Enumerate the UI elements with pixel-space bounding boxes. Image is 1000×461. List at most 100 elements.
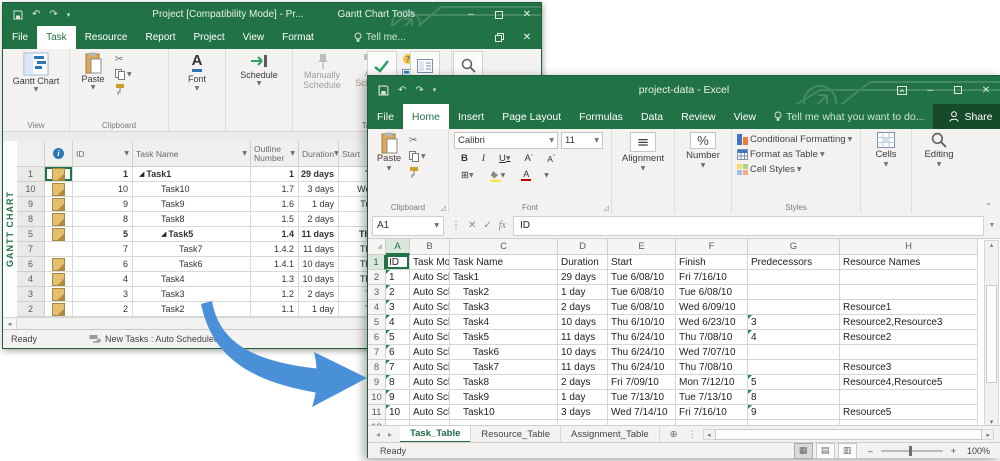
task-name-cell[interactable]: Task10	[133, 182, 251, 197]
excel-tab-page-layout[interactable]: Page Layout	[493, 104, 570, 129]
task-name-cell[interactable]: Task4	[133, 272, 251, 287]
project-tab-format[interactable]: Format	[273, 26, 323, 49]
conditional-formatting-button[interactable]: Conditional Formatting ▼	[737, 134, 852, 145]
info-cell[interactable]	[45, 287, 73, 302]
duration-cell[interactable]: 2 days	[299, 287, 339, 302]
column-header-e[interactable]: E	[608, 239, 676, 255]
id-cell[interactable]: 5	[73, 227, 133, 242]
resource-names-cell[interactable]: Resource2,Resource3	[840, 315, 978, 330]
cancel-icon[interactable]: ✕	[468, 220, 476, 231]
row-number-cell[interactable]: 4	[17, 272, 45, 287]
scroll-right-icon[interactable]: ▸	[983, 431, 993, 439]
column-header-c[interactable]: C	[450, 239, 558, 255]
sheet-tab-menu-icon[interactable]: ⋮	[688, 426, 698, 443]
filter-chevron-icon[interactable]: ▼	[124, 150, 129, 157]
info-cell[interactable]	[45, 212, 73, 227]
increase-font-size-button[interactable]: Aˆ	[522, 151, 537, 166]
predecessors-cell[interactable]: 5	[748, 375, 840, 390]
finish-cell[interactable]: Wed 6/23/10	[676, 315, 748, 330]
predecessors-cell[interactable]	[748, 285, 840, 300]
info-cell[interactable]	[45, 272, 73, 287]
finish-cell[interactable]: Tue 6/08/10	[676, 285, 748, 300]
row-number-cell[interactable]: 7	[17, 242, 45, 257]
task-mode-cell[interactable]: Auto Scheduled	[410, 360, 450, 375]
resource-names-cell[interactable]: Resource3	[840, 360, 978, 375]
row-header-5[interactable]: 5	[368, 315, 386, 330]
resource-names-cell[interactable]: Resource5	[840, 405, 978, 420]
duration-cell[interactable]: 3 days	[299, 182, 339, 197]
vertical-scroll-thumb[interactable]	[986, 285, 997, 383]
outline-number-cell[interactable]: 1.2	[251, 287, 299, 302]
project-close-button[interactable]: ✕	[513, 3, 541, 26]
expand-triangle-icon[interactable]: ◢	[139, 170, 144, 178]
row-header-3[interactable]: 3	[368, 285, 386, 300]
task-name-cell[interactable]: Task7	[133, 242, 251, 257]
row-header-6[interactable]: 6	[368, 330, 386, 345]
id-cell[interactable]: 2	[386, 285, 410, 300]
row-header-2[interactable]: 2	[368, 270, 386, 285]
row-header-4[interactable]: 4	[368, 300, 386, 315]
project-tab-task[interactable]: Task	[37, 26, 76, 49]
task-mode-cell[interactable]: Auto Scheduled	[410, 330, 450, 345]
start-cell[interactable]: Thu 6/24/10	[608, 360, 676, 375]
id-cell[interactable]: 7	[386, 360, 410, 375]
horizontal-scroll-thumb[interactable]	[715, 429, 983, 440]
editing-button[interactable]: Editing ▼	[919, 132, 959, 168]
project-tab-project[interactable]: Project	[185, 26, 234, 49]
zoom-level-value[interactable]: 100%	[967, 446, 990, 456]
excel-tab-home[interactable]: Home	[403, 104, 449, 129]
excel-worksheet-grid[interactable]: ◢ABCDEFGH1IDTask ModeTask NameDurationSt…	[368, 239, 978, 425]
id-cell[interactable]: 3	[386, 300, 410, 315]
duration-cell[interactable]: 10 days	[558, 345, 608, 360]
task-mode-cell[interactable]: Auto Scheduled	[410, 405, 450, 420]
excel-tab-formulas[interactable]: Formulas	[570, 104, 632, 129]
finish-cell[interactable]: Mon 7/12/10	[676, 375, 748, 390]
excel-tab-review[interactable]: Review	[672, 104, 724, 129]
id-cell[interactable]: 8	[386, 375, 410, 390]
sheet-next-icon[interactable]: ▸	[388, 430, 392, 439]
duration-cell[interactable]: 1 day	[558, 390, 608, 405]
manually-schedule-button[interactable]: Manually Schedule	[298, 52, 346, 91]
duration-cell[interactable]: 11 days	[558, 360, 608, 375]
task-name-cell[interactable]: Task7	[450, 360, 558, 375]
outline-number-cell[interactable]: 1.4.1	[251, 257, 299, 272]
task-name-column-header[interactable]: Task Name▼	[133, 141, 251, 167]
paste-button[interactable]: Paste ▼	[373, 132, 405, 172]
task-name-cell[interactable]: Task2	[450, 285, 558, 300]
task-name-cell[interactable]: Task9	[450, 390, 558, 405]
task-mode-cell[interactable]: Auto Scheduled	[410, 375, 450, 390]
duration-cell[interactable]: 2 days	[299, 212, 339, 227]
filter-chevron-icon[interactable]: ▼	[290, 150, 295, 157]
sheet-horizontal-scrollbar[interactable]: ◂ ▸	[703, 429, 994, 440]
copy-icon[interactable]: ▼	[409, 151, 426, 162]
info-cell[interactable]	[45, 182, 73, 197]
row-header-11[interactable]: 11	[368, 405, 386, 420]
duration-cell[interactable]: 29 days	[558, 270, 608, 285]
row-header-8[interactable]: 8	[368, 360, 386, 375]
insert-function-icon[interactable]: fx	[499, 220, 506, 231]
task-name-cell[interactable]: Task9	[133, 197, 251, 212]
excel-tab-insert[interactable]: Insert	[449, 104, 493, 129]
finish-cell[interactable]: Tue 7/13/10	[676, 390, 748, 405]
zoom-in-icon[interactable]: +	[948, 446, 959, 456]
page-layout-view-icon[interactable]: ▤	[816, 443, 835, 459]
excel-maximize-button[interactable]	[944, 76, 972, 104]
row-number-cell[interactable]: 6	[17, 257, 45, 272]
borders-button[interactable]: ⊞ ▼	[458, 168, 477, 183]
predecessors-cell[interactable]: 3	[748, 315, 840, 330]
new-tasks-mode[interactable]: New Tasks : Auto Scheduled	[89, 334, 219, 344]
cut-icon[interactable]: ✂	[409, 135, 426, 146]
decrease-font-size-button[interactable]: Aˇ	[544, 151, 558, 166]
duration-cell[interactable]: 1 day	[299, 197, 339, 212]
predecessors-cell[interactable]: 4	[748, 330, 840, 345]
project-tell-me[interactable]: Tell me...	[345, 26, 415, 49]
task-name-cell[interactable]: Task8	[133, 212, 251, 227]
column-header-d[interactable]: D	[558, 239, 608, 255]
task-name-cell[interactable]: Task6	[450, 345, 558, 360]
duration-cell[interactable]: 11 days	[299, 227, 339, 242]
sheet-tab-assignment_table[interactable]: Assignment_Table	[561, 426, 660, 443]
info-cell[interactable]	[45, 167, 73, 182]
font-button[interactable]: A Font ▼	[177, 52, 217, 92]
copy-icon[interactable]: ▼	[115, 69, 132, 80]
duration-cell[interactable]: 3 days	[558, 405, 608, 420]
